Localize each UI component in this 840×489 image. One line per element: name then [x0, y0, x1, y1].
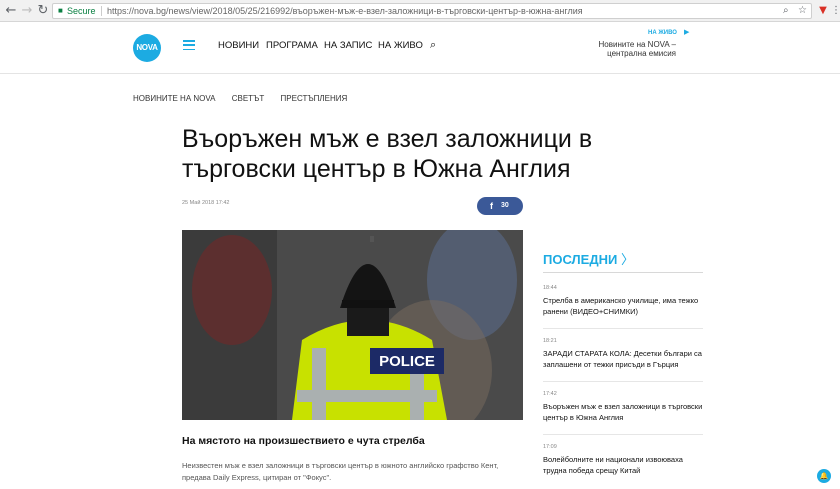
news-headline[interactable]: ЗАРАДИ СТАРАТА КОЛА: Десетки българи са … — [543, 348, 703, 370]
forward-icon[interactable]: → — [19, 3, 35, 19]
latest-news-item[interactable]: 18:21 ЗАРАДИ СТАРАТА КОЛА: Десетки бълга… — [543, 338, 703, 370]
news-time: 17:09 — [543, 444, 557, 450]
chevron-right-icon: 〉 — [620, 252, 634, 267]
latest-news-item[interactable]: 17:09 Волейболните ни национали извоювах… — [543, 444, 703, 476]
image-caption: На мястото на произшествието е чута стре… — [182, 435, 425, 447]
facebook-icon: f — [490, 201, 493, 211]
news-time: 17:42 — [543, 391, 557, 397]
latest-news-item[interactable]: 17:42 Въоръжен мъж е взел заложници в тъ… — [543, 391, 703, 423]
divider — [543, 272, 703, 273]
back-icon[interactable]: ← — [3, 3, 19, 19]
browser-toolbar: ← → ↻ ■ Secure https://nova.bg/news/view… — [0, 0, 840, 22]
live-program-link[interactable]: Новините на NOVA – централна емисия — [596, 40, 676, 58]
extension-icon[interactable]: ▼ — [816, 4, 830, 18]
live-label: НА ЖИВО — [648, 30, 677, 36]
nova-logo[interactable]: NOVA — [133, 34, 161, 62]
divider — [543, 434, 703, 435]
star-icon[interactable]: ☆ — [798, 4, 807, 18]
news-time: 18:21 — [543, 338, 557, 344]
news-headline[interactable]: Волейболните ни национали извоюваха труд… — [543, 454, 703, 476]
news-time: 18:44 — [543, 285, 557, 291]
police-badge-text: POLICE — [379, 353, 435, 370]
nav-news[interactable]: НОВИНИ — [218, 40, 259, 51]
play-icon[interactable]: ▶ — [684, 28, 689, 36]
divider — [543, 381, 703, 382]
facebook-share-button[interactable]: f 30 — [477, 197, 523, 215]
site-header: NOVA НОВИНИ ПРОГРАМА НА ЗАПИС НА ЖИВО ⌕ … — [0, 22, 840, 74]
article-date: 25 Май 2018 17:42 — [182, 200, 230, 206]
latest-news-item[interactable]: 18:44 Стрелба в американско училище, има… — [543, 285, 703, 317]
address-bar[interactable]: ■ Secure https://nova.bg/news/view/2018/… — [52, 3, 812, 19]
breadcrumb: НОВИНИТЕ НА NOVA СВЕТЪТ ПРЕСТЪПЛЕНИЯ — [133, 94, 361, 103]
breadcrumb-item[interactable]: ПРЕСТЪПЛЕНИЯ — [281, 94, 348, 103]
article-image: POLICE — [182, 230, 523, 420]
notification-bell-icon[interactable]: 🔔 — [817, 469, 831, 483]
secure-label: Secure — [67, 6, 96, 16]
breadcrumb-item[interactable]: СВЕТЪТ — [232, 94, 265, 103]
search-icon[interactable]: ⌕ — [430, 38, 436, 52]
latest-news-label: ПОСЛЕДНИ — [543, 252, 618, 267]
nav-recordings[interactable]: НА ЗАПИС — [324, 40, 372, 51]
zoom-icon[interactable]: ⌕ — [783, 4, 789, 18]
breadcrumb-item[interactable]: НОВИНИТЕ НА NOVA — [133, 94, 215, 103]
url-text[interactable]: https://nova.bg/news/view/2018/05/25/216… — [107, 4, 583, 18]
hamburger-menu-icon[interactable] — [183, 40, 195, 51]
reload-icon[interactable]: ↻ — [35, 3, 51, 19]
browser-menu-icon[interactable]: ⋮ — [829, 4, 840, 18]
lock-icon: ■ — [58, 6, 63, 15]
article-lead: Неизвестен мъж е взел заложници в търгов… — [182, 461, 499, 482]
omnibox-divider — [101, 6, 102, 16]
nav-live[interactable]: НА ЖИВО — [378, 40, 423, 51]
police-officer-illustration: POLICE — [182, 230, 523, 420]
nav-program[interactable]: ПРОГРАМА — [266, 40, 318, 51]
article-title: Въоръжен мъж е взел заложници в търговск… — [182, 125, 593, 183]
news-headline[interactable]: Въоръжен мъж е взел заложници в търговск… — [543, 401, 703, 423]
news-headline[interactable]: Стрелба в американско училище, има тежко… — [543, 295, 703, 317]
latest-news-title[interactable]: ПОСЛЕДНИ 〉 — [543, 249, 634, 268]
share-count: 30 — [501, 202, 509, 209]
divider — [543, 328, 703, 329]
